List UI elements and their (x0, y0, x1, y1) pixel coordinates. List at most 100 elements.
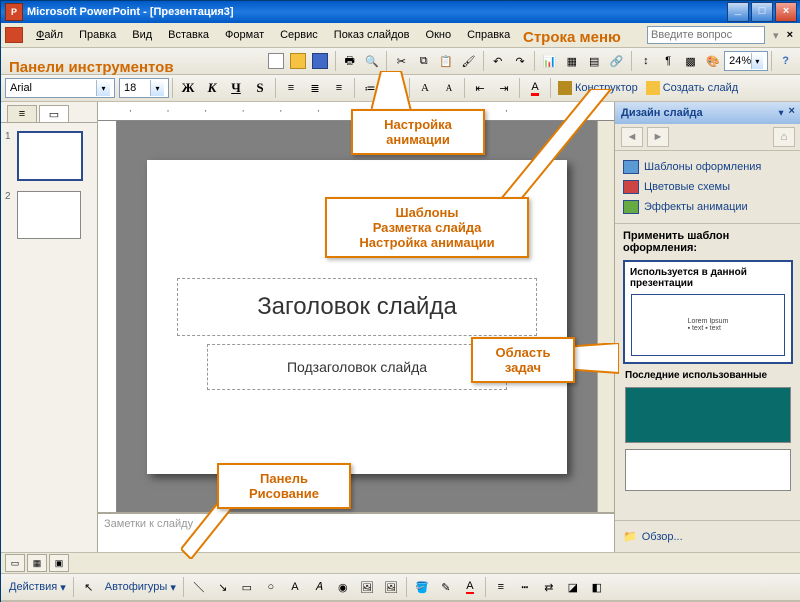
actions-menu[interactable]: Действия ▾ (5, 579, 70, 596)
3d-style-icon[interactable]: ◧ (585, 575, 609, 599)
oval-icon[interactable]: ○ (259, 575, 283, 599)
help-icon[interactable]: ? (774, 49, 796, 73)
menu-format[interactable]: Формат (218, 27, 271, 43)
menu-slideshow[interactable]: Показ слайдов (327, 27, 417, 43)
link-effects[interactable]: Эффекты анимации (623, 197, 793, 217)
wordart-icon[interactable]: 𝐴 (307, 575, 331, 599)
sorter-view-button[interactable]: ▦ (27, 554, 47, 572)
align-center-icon[interactable]: ≣ (303, 76, 327, 100)
link-templates[interactable]: Шаблоны оформления (623, 157, 793, 177)
designer-button[interactable]: Конструктор (554, 79, 642, 97)
color-icon[interactable]: 🎨 (702, 49, 724, 73)
menu-help[interactable]: Справка (460, 27, 517, 43)
line-icon[interactable]: ＼ (187, 575, 211, 599)
select-icon[interactable]: ↖ (77, 575, 101, 599)
close-button[interactable]: × (775, 2, 797, 22)
slideshow-view-button[interactable]: ▣ (49, 554, 69, 572)
undo-icon[interactable]: ↶ (487, 49, 509, 73)
clipart-icon[interactable]: 🖼 (355, 575, 379, 599)
arrow-style-icon[interactable]: ⇄ (537, 575, 561, 599)
font-name-combo[interactable]: Arial▾ (5, 78, 115, 98)
mdi-dropdown-icon[interactable]: ▾ (773, 29, 779, 42)
nav-fwd-icon[interactable]: ► (647, 127, 669, 147)
link-colors-label: Цветовые схемы (644, 181, 730, 193)
cut-icon[interactable]: ✂ (390, 49, 412, 73)
font-color-icon-2[interactable]: A (458, 575, 482, 599)
menu-insert[interactable]: Вставка (161, 27, 216, 43)
menu-tools[interactable]: Сервис (273, 27, 325, 43)
template-thumb-current[interactable]: Lorem Ipsum▪ text ▪ text (631, 294, 785, 356)
decrease-font-icon[interactable]: A (437, 76, 461, 100)
maximize-button[interactable]: □ (751, 2, 773, 22)
thumbnail-slide[interactable]: 1 (5, 131, 93, 181)
title-placeholder[interactable]: Заголовок слайда (177, 278, 537, 336)
fill-color-icon[interactable]: 🪣 (410, 575, 434, 599)
hyperlink-icon[interactable]: 🔗 (605, 49, 627, 73)
expand-icon[interactable]: ↕ (635, 49, 657, 73)
table-icon[interactable]: ▦ (561, 49, 583, 73)
subtitle-placeholder[interactable]: Подзаголовок слайда (207, 344, 507, 390)
notes-pane[interactable]: Заметки к слайду (98, 512, 614, 552)
menu-window[interactable]: Окно (419, 27, 459, 43)
line-style-icon[interactable]: ≡ (489, 575, 513, 599)
print-icon[interactable]: 🖶 (338, 49, 360, 73)
underline-button[interactable]: Ч (224, 76, 248, 100)
shadow-style-icon[interactable]: ◪ (561, 575, 585, 599)
nav-home-icon[interactable]: ⌂ (773, 127, 795, 147)
dash-style-icon[interactable]: ┅ (513, 575, 537, 599)
template-thumb-recent-2[interactable] (625, 449, 791, 491)
increase-font-icon[interactable]: A (413, 76, 437, 100)
chart-icon[interactable]: 📊 (538, 49, 560, 73)
numbering-icon[interactable]: ≔ (358, 76, 382, 100)
tables-borders-icon[interactable]: ▤ (583, 49, 605, 73)
shadow-button[interactable]: S (248, 76, 272, 100)
align-right-icon[interactable]: ≡ (327, 76, 351, 100)
slide-canvas[interactable]: Заголовок слайда Подзаголовок слайда (117, 121, 597, 512)
line-color-icon[interactable]: ✎ (434, 575, 458, 599)
vertical-scrollbar[interactable] (597, 121, 614, 512)
taskpane-dropdown-icon[interactable]: ▾ (778, 106, 785, 120)
menu-edit[interactable]: Правка (72, 27, 123, 43)
zoom-combo[interactable]: 24%▾ (724, 51, 767, 71)
grid-icon[interactable]: ▩ (679, 49, 701, 73)
new-icon[interactable] (264, 49, 286, 73)
picture-icon[interactable]: 🖼 (379, 575, 403, 599)
decrease-indent-icon[interactable]: ⇤ (468, 76, 492, 100)
slides-tab[interactable]: ▭ (39, 105, 69, 122)
bold-button[interactable]: Ж (176, 76, 200, 100)
template-group-current: Используется в данной презентации Lorem … (623, 260, 793, 364)
open-icon[interactable] (287, 49, 309, 73)
bullets-icon[interactable]: ⋮≡ (382, 76, 406, 100)
minimize-button[interactable]: _ (727, 2, 749, 22)
font-color-icon[interactable]: A (523, 76, 547, 100)
italic-button[interactable]: К (200, 76, 224, 100)
normal-view-button[interactable]: ▭ (5, 554, 25, 572)
template-thumb-recent-1[interactable] (625, 387, 791, 443)
align-left-icon[interactable]: ≡ (279, 76, 303, 100)
preview-icon[interactable]: 🔍 (361, 49, 383, 73)
format-painter-icon[interactable]: 🖌 (457, 49, 479, 73)
menu-view[interactable]: Вид (125, 27, 159, 43)
link-colors[interactable]: Цветовые схемы (623, 177, 793, 197)
diagram-icon[interactable]: ◉ (331, 575, 355, 599)
font-size-combo[interactable]: 18▾ (119, 78, 169, 98)
menu-file[interactable]: Файл (29, 27, 70, 43)
redo-icon[interactable]: ↷ (509, 49, 531, 73)
arrow-icon[interactable]: ↘ (211, 575, 235, 599)
rectangle-icon[interactable]: ▭ (235, 575, 259, 599)
show-formatting-icon[interactable]: ¶ (657, 49, 679, 73)
browse-link[interactable]: 📁 Обзор... (623, 527, 793, 546)
thumbnail-slide[interactable]: 2 (5, 191, 93, 239)
autoshapes-menu[interactable]: Автофигуры ▾ (101, 579, 180, 596)
mdi-close-button[interactable]: × (787, 29, 793, 41)
copy-icon[interactable]: ⧉ (413, 49, 435, 73)
paste-icon[interactable]: 📋 (435, 49, 457, 73)
save-icon[interactable] (309, 49, 331, 73)
taskpane-close-button[interactable]: × (788, 106, 795, 120)
help-search-input[interactable] (647, 26, 765, 44)
increase-indent-icon[interactable]: ⇥ (492, 76, 516, 100)
new-slide-button[interactable]: Создать слайд (642, 79, 742, 97)
nav-back-icon[interactable]: ◄ (621, 127, 643, 147)
textbox-icon[interactable]: A (283, 575, 307, 599)
outline-tab[interactable]: ≡ (7, 105, 37, 122)
